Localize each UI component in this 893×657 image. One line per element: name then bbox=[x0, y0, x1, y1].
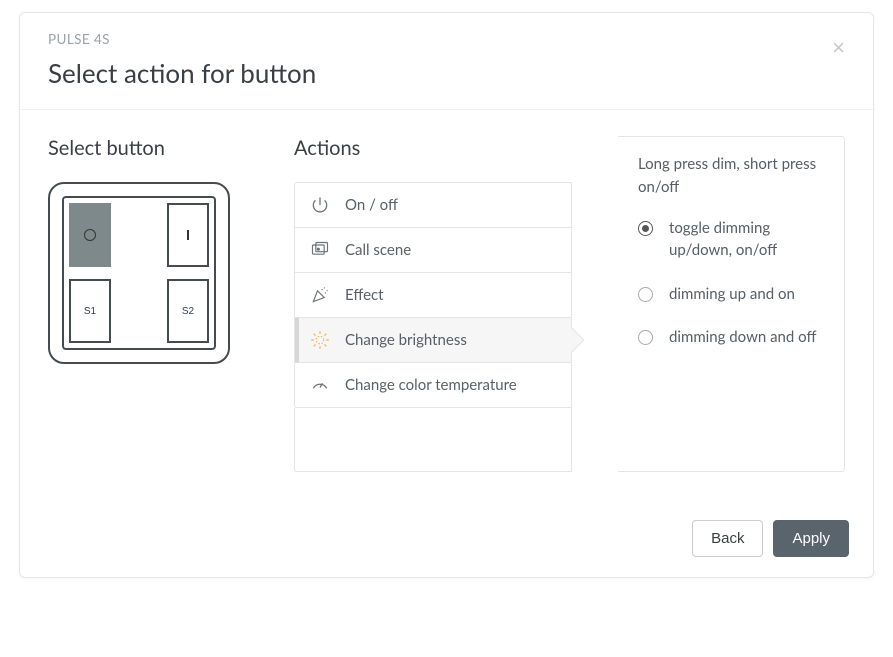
option-dimming-down-off[interactable]: dimming down and off bbox=[638, 327, 824, 349]
close-button[interactable]: × bbox=[828, 33, 849, 63]
device-center bbox=[113, 203, 163, 337]
device-button-bottom-left[interactable]: S1 bbox=[69, 279, 111, 343]
radio-icon bbox=[638, 330, 653, 345]
actions-list: On / off Call scene Effect bbox=[294, 182, 572, 408]
action-change-brightness[interactable]: Change brightness bbox=[295, 318, 571, 363]
modal-body: Select button S1 S2 Actions bbox=[20, 110, 873, 508]
actions-list-footer bbox=[294, 408, 572, 472]
action-change-color-temperature[interactable]: Change color temperature bbox=[295, 363, 571, 408]
radio-icon bbox=[638, 287, 653, 302]
action-on-off[interactable]: On / off bbox=[295, 183, 571, 228]
actions-column: Actions On / off Call scene bbox=[294, 136, 572, 472]
device-button-top-right[interactable] bbox=[167, 203, 209, 267]
device-frame: S1 S2 bbox=[48, 182, 230, 364]
action-description: Long press dim, short press on/off bbox=[638, 153, 824, 198]
action-selector-modal: PULSE 4S Select action for button × Sele… bbox=[19, 12, 874, 578]
action-label: On / off bbox=[345, 196, 398, 214]
temperature-icon bbox=[309, 375, 331, 395]
apply-button[interactable]: Apply bbox=[773, 520, 849, 557]
scene-icon bbox=[309, 240, 331, 260]
action-label: Change color temperature bbox=[345, 376, 517, 394]
select-button-heading: Select button bbox=[48, 136, 248, 160]
modal-header: PULSE 4S Select action for button × bbox=[20, 13, 873, 110]
power-icon bbox=[309, 195, 331, 215]
action-label: Change brightness bbox=[345, 331, 467, 349]
actions-heading: Actions bbox=[294, 136, 572, 160]
brightness-icon bbox=[309, 330, 331, 350]
modal-footer: Back Apply bbox=[20, 508, 873, 577]
select-button-column: Select button S1 S2 bbox=[48, 136, 248, 472]
device-plate: S1 S2 bbox=[62, 196, 216, 350]
action-label: Call scene bbox=[345, 241, 411, 259]
action-detail-panel: Long press dim, short press on/off toggl… bbox=[618, 136, 845, 472]
device-button-bottom-right[interactable]: S2 bbox=[167, 279, 209, 343]
device-name: PULSE 4S bbox=[48, 31, 845, 47]
option-dimming-up-on[interactable]: dimming up and on bbox=[638, 284, 824, 306]
modal-title: Select action for button bbox=[48, 57, 845, 89]
option-toggle-dimming[interactable]: toggle dimming up/down, on/off bbox=[638, 218, 824, 262]
back-button[interactable]: Back bbox=[692, 520, 763, 557]
option-label: toggle dimming up/down, on/off bbox=[669, 218, 824, 262]
radio-icon bbox=[638, 221, 653, 236]
option-label: dimming up and on bbox=[669, 284, 795, 306]
device-button-top-left[interactable] bbox=[69, 203, 111, 267]
action-label: Effect bbox=[345, 286, 384, 304]
option-label: dimming down and off bbox=[669, 327, 816, 349]
action-effect[interactable]: Effect bbox=[295, 273, 571, 318]
confetti-icon bbox=[309, 285, 331, 305]
action-call-scene[interactable]: Call scene bbox=[295, 228, 571, 273]
